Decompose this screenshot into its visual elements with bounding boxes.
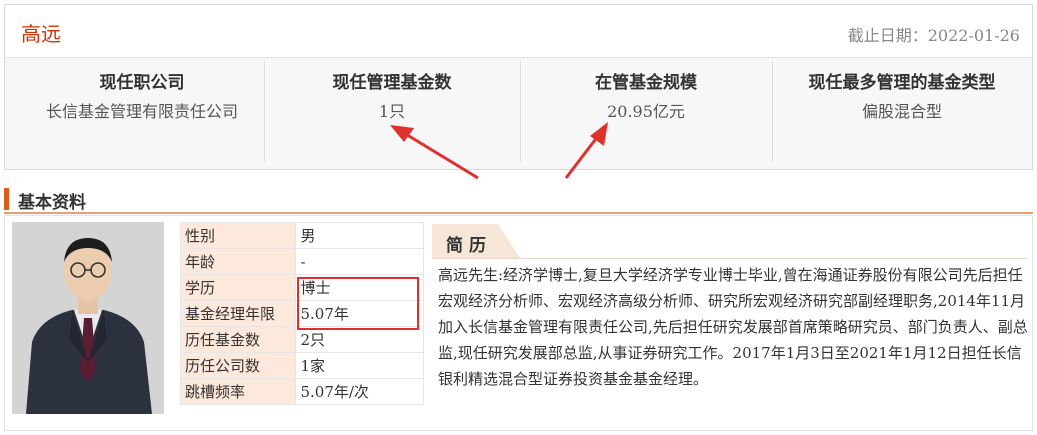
title-accent-mark	[4, 188, 9, 210]
resume-text: 高远先生:经济学博士,复旦大学经济学专业博士毕业,曾在海通证券股份有限公司先后担…	[438, 266, 1028, 388]
stat-value: 偏股混合型	[861, 102, 942, 121]
stat-fund-count: 现任管理基金数 1只	[268, 62, 516, 158]
field-value: 2只	[295, 326, 424, 353]
stat-label: 在管基金规模	[595, 73, 697, 93]
table-row: 历任公司数 1家	[179, 352, 424, 379]
divider	[432, 258, 1028, 259]
field-key: 年龄	[179, 248, 297, 275]
cutoff-date: 截止日期：2022-01-26	[847, 26, 1020, 45]
table-row: 历任基金数 2只	[179, 326, 424, 353]
basic-info-title: 基本资料	[18, 193, 86, 213]
stat-value: 1只	[378, 102, 406, 121]
field-key: 历任公司数	[179, 352, 297, 379]
field-value: 5.07年/次	[295, 378, 424, 405]
field-key: 基金经理年限	[179, 300, 297, 327]
stat-value: 20.95亿元	[607, 102, 685, 121]
stat-value[interactable]: 长信基金管理有限责任公司	[24, 100, 260, 124]
divider	[264, 62, 265, 162]
table-row: 年龄 -	[179, 248, 424, 275]
field-value: 1家	[295, 352, 424, 379]
divider	[772, 62, 773, 162]
field-key: 跳槽频率	[179, 378, 297, 405]
avatar-illustration	[12, 222, 164, 414]
field-key: 学历	[179, 274, 297, 301]
stat-fund-scale: 在管基金规模 20.95亿元	[524, 62, 768, 158]
manager-photo	[12, 222, 164, 414]
manager-name[interactable]: 高远	[21, 18, 61, 47]
stat-current-company: 现任职公司 长信基金管理有限责任公司	[24, 62, 260, 158]
basic-info-title-bar: 基本资料	[4, 184, 1033, 214]
divider	[520, 62, 521, 162]
table-row: 性别 男	[179, 222, 424, 249]
stat-label: 现任职公司	[99, 73, 185, 93]
field-value: -	[295, 248, 424, 275]
resume-title: 简历	[446, 236, 492, 256]
table-row: 跳槽频率 5.07年/次	[179, 378, 424, 405]
field-key: 历任基金数	[179, 326, 297, 353]
annotation-highlight-box	[297, 277, 419, 330]
stat-fund-type: 现任最多管理的基金类型 偏股混合型	[776, 62, 1028, 158]
field-value: 男	[295, 222, 424, 249]
stat-label: 现任最多管理的基金类型	[808, 73, 996, 93]
field-key: 性别	[179, 222, 297, 249]
summary-header: 高远 截止日期：2022-01-26	[5, 5, 1032, 58]
stat-label: 现任管理基金数	[332, 73, 452, 93]
